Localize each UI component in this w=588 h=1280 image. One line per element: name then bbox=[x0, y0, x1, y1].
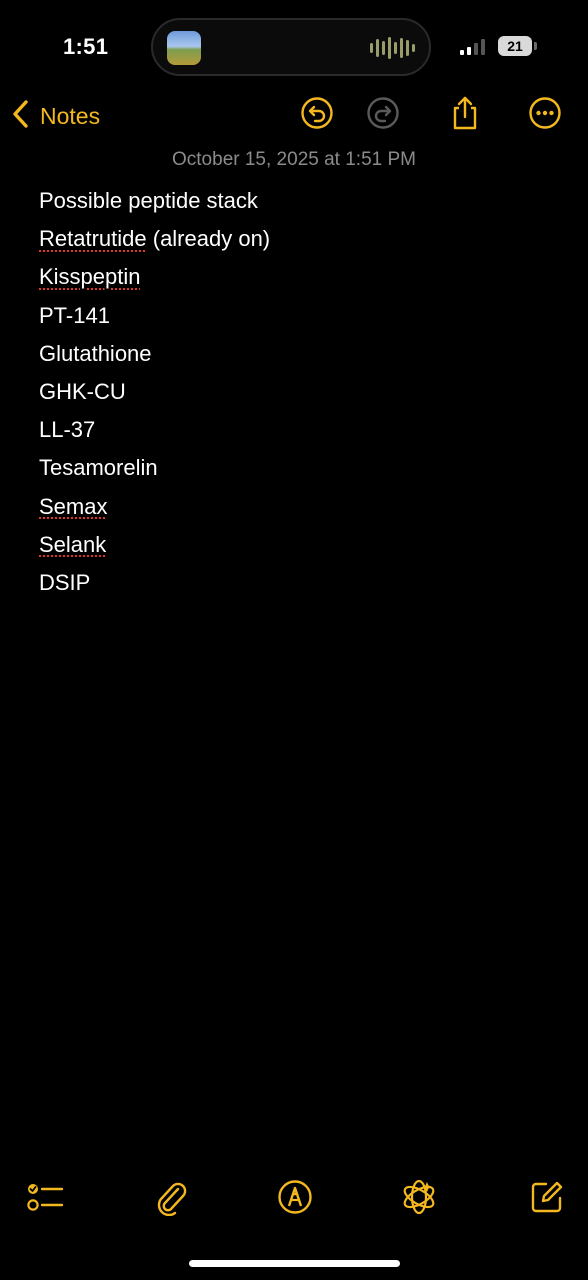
misspelled-word[interactable]: Selank bbox=[39, 532, 106, 557]
status-time: 1:51 bbox=[63, 34, 109, 59]
note-line-text: Possible peptide stack bbox=[39, 188, 258, 213]
compose-icon bbox=[529, 1179, 565, 1220]
chevron-left-icon bbox=[8, 97, 34, 136]
note-body[interactable]: Possible peptide stack Retatrutide (alre… bbox=[39, 185, 559, 605]
note-line[interactable]: Selank bbox=[39, 529, 559, 567]
note-line[interactable]: LL-37 bbox=[39, 414, 559, 452]
cellular-signal-icon bbox=[460, 39, 485, 55]
note-line[interactable]: Semax bbox=[39, 491, 559, 529]
note-line-text: DSIP bbox=[39, 569, 91, 595]
note-line-text: (already on) bbox=[146, 226, 271, 252]
back-label: Notes bbox=[40, 102, 101, 129]
dynamic-island[interactable] bbox=[151, 18, 431, 76]
home-indicator[interactable] bbox=[189, 1260, 400, 1267]
markup-button[interactable] bbox=[276, 1179, 314, 1220]
misspelled-word[interactable]: Retatrutide bbox=[39, 226, 147, 251]
note-line-text: Glutathione bbox=[39, 340, 152, 366]
back-to-notes-button[interactable]: Notes bbox=[8, 96, 100, 136]
misspelled-word[interactable]: Kisspeptin bbox=[39, 264, 141, 289]
note-line[interactable]: Retatrutide (already on) bbox=[39, 223, 559, 261]
more-options-button[interactable] bbox=[527, 96, 563, 135]
checklist-button[interactable] bbox=[26, 1180, 64, 1218]
share-button[interactable] bbox=[447, 95, 483, 136]
note-date: October 15, 2025 at 1:51 PM bbox=[172, 149, 416, 170]
undo-icon bbox=[300, 96, 334, 135]
writing-tools-button[interactable] bbox=[400, 1178, 438, 1221]
note-line-text: GHK-CU bbox=[39, 378, 126, 404]
now-playing-artwork bbox=[167, 31, 201, 65]
redo-icon bbox=[366, 96, 400, 135]
note-line-text: PT-141 bbox=[39, 302, 110, 328]
misspelled-word[interactable]: Semax bbox=[39, 494, 107, 519]
note-line[interactable]: Kisspeptin bbox=[39, 261, 559, 299]
battery-tip bbox=[534, 42, 537, 50]
more-icon bbox=[528, 96, 562, 135]
checklist-icon bbox=[26, 1180, 64, 1219]
battery-level: 21 bbox=[507, 38, 523, 54]
note-line[interactable]: Possible peptide stack bbox=[39, 185, 559, 223]
apple-intelligence-icon bbox=[400, 1178, 438, 1221]
note-line[interactable]: PT-141 bbox=[39, 300, 559, 338]
redo-button[interactable] bbox=[365, 96, 401, 135]
battery-icon: 21 bbox=[498, 36, 532, 56]
paperclip-icon bbox=[154, 1178, 188, 1221]
undo-button[interactable] bbox=[299, 96, 335, 135]
markup-icon bbox=[277, 1179, 313, 1220]
note-line[interactable]: Tesamorelin bbox=[39, 452, 559, 490]
attachment-button[interactable] bbox=[152, 1180, 190, 1218]
note-line[interactable]: GHK-CU bbox=[39, 376, 559, 414]
share-icon bbox=[448, 95, 482, 136]
note-line[interactable]: Glutathione bbox=[39, 338, 559, 376]
note-line[interactable]: DSIP bbox=[39, 567, 559, 605]
compose-button[interactable] bbox=[528, 1180, 566, 1218]
note-line-text: LL-37 bbox=[39, 417, 96, 443]
audio-waveform-icon bbox=[370, 36, 415, 60]
note-line-text: Tesamorelin bbox=[39, 455, 158, 481]
